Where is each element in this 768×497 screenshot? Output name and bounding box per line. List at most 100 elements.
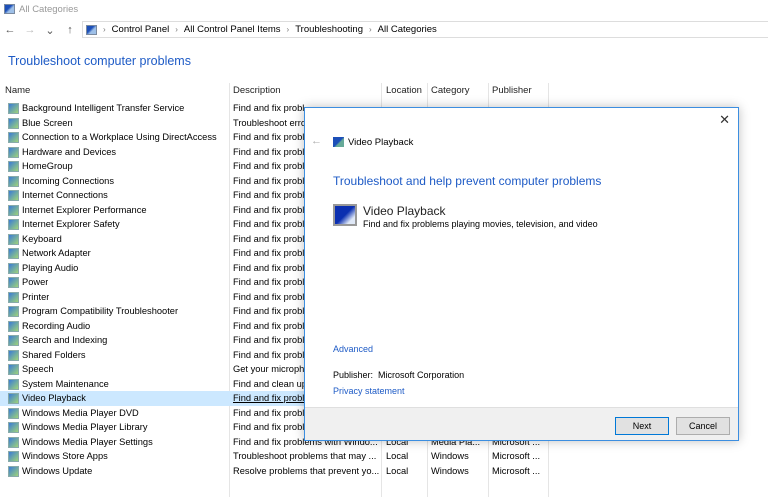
breadcrumb-all-categories[interactable]: All Categories (378, 24, 437, 35)
control-panel-icon (4, 4, 15, 14)
row-name: Incoming Connections (22, 175, 114, 186)
page-title: Troubleshoot computer problems (8, 54, 191, 68)
row-name: Windows Media Player DVD (22, 407, 139, 418)
chevron-right-icon: › (286, 25, 290, 34)
troubleshooter-icon (8, 146, 19, 158)
row-name: Keyboard (22, 233, 62, 244)
row-description: Resolve problems that prevent yo... (233, 465, 379, 476)
dialog-footer: Next Cancel (305, 407, 738, 440)
recent-locations-button[interactable]: ⌄ (40, 24, 60, 37)
troubleshooter-icon (8, 233, 19, 245)
advanced-link[interactable]: Advanced (333, 344, 373, 354)
troubleshooter-icon (8, 320, 19, 332)
close-icon[interactable]: ✕ (719, 112, 730, 128)
troubleshooter-icon (8, 190, 19, 201)
row-category: Windows (431, 465, 469, 476)
chevron-right-icon: › (103, 25, 106, 34)
troubleshooter-icon (8, 175, 19, 187)
troubleshooter-icon (8, 349, 19, 361)
troubleshooter-icon (8, 117, 19, 129)
publisher-label: Publisher: (333, 370, 374, 380)
publisher-info: Publisher: Microsoft Corporation (333, 370, 464, 380)
video-playback-icon (333, 204, 357, 226)
troubleshooter-icon (8, 422, 19, 433)
row-name: Windows Update (22, 465, 93, 476)
troubleshooter-dialog: ✕ ← Video Playback Troubleshoot and help… (304, 107, 739, 441)
table-row[interactable]: Windows Update Resolve problems that pre… (0, 464, 550, 479)
breadcrumb-control-panel[interactable]: Control Panel (112, 24, 170, 35)
row-name: Connection to a Workplace Using DirectAc… (22, 132, 217, 142)
row-name: Windows Media Player Settings (22, 436, 153, 447)
troubleshooter-icon (8, 262, 19, 274)
column-header-publisher[interactable]: Publisher (492, 85, 532, 99)
row-publisher: Microsoft ... (492, 451, 541, 461)
troubleshooter-icon (8, 291, 19, 303)
control-panel-icon (86, 24, 97, 35)
dialog-title: Video Playback (348, 137, 414, 148)
row-publisher: Microsoft ... (492, 465, 541, 476)
back-button[interactable]: ← (0, 24, 20, 36)
chevron-right-icon: › (368, 25, 372, 34)
column-header-description[interactable]: Description (233, 85, 281, 99)
row-name: Video Playback (22, 393, 86, 403)
troubleshooter-icon (8, 393, 19, 404)
row-name: Blue Screen (22, 117, 73, 128)
row-name: System Maintenance (22, 378, 109, 389)
column-header-name[interactable]: Name (5, 85, 30, 99)
row-name: Playing Audio (22, 262, 79, 273)
row-name: Background Intelligent Transfer Service (22, 103, 185, 113)
troubleshooter-icon (8, 335, 19, 346)
troubleshooter-icon (8, 407, 19, 419)
next-button[interactable]: Next (615, 417, 669, 435)
troubleshooter-icon (8, 378, 19, 390)
row-name: Power (22, 277, 49, 287)
privacy-statement-link[interactable]: Privacy statement (333, 386, 405, 396)
navigation-bar: ← → ⌄ ↑ › Control Panel › All Control Pa… (0, 20, 768, 40)
window-title: All Categories (19, 3, 79, 15)
row-name: Printer (22, 291, 50, 302)
troubleshooter-icon (8, 451, 19, 462)
troubleshooter-icon (8, 103, 19, 114)
troubleshooter-icon (8, 161, 19, 172)
address-bar[interactable]: › Control Panel › All Control Panel Item… (82, 21, 768, 38)
troubleshooter-icon (8, 465, 19, 477)
row-name: Recording Audio (22, 320, 91, 331)
troubleshooter-icon (8, 132, 19, 143)
row-name: Speech (22, 364, 54, 374)
breadcrumb-all-items[interactable]: All Control Panel Items (184, 24, 281, 35)
breadcrumb-troubleshooting[interactable]: Troubleshooting (295, 24, 363, 35)
row-name: Internet Explorer Safety (22, 219, 120, 229)
up-button[interactable]: ↑ (60, 24, 80, 36)
publisher-value: Microsoft Corporation (378, 370, 465, 380)
row-name: Internet Connections (22, 190, 108, 200)
row-name: Program Compatibility Troubleshooter (22, 306, 179, 316)
troubleshooter-icon (8, 277, 19, 288)
table-row[interactable]: Windows Store Apps Troubleshoot problems… (0, 449, 550, 464)
forward-button[interactable]: → (20, 24, 40, 36)
column-header-location[interactable]: Location (386, 85, 422, 99)
troubleshooter-icon (8, 248, 19, 259)
cancel-button[interactable]: Cancel (676, 417, 730, 435)
row-name: Network Adapter (22, 248, 91, 258)
row-description: Troubleshoot problems that may ... (233, 451, 377, 461)
troubleshooter-description: Find and fix problems playing movies, te… (363, 219, 598, 229)
back-arrow-icon[interactable]: ← (311, 135, 322, 147)
troubleshooter-title: Video Playback (363, 204, 446, 218)
row-name: Hardware and Devices (22, 146, 117, 157)
row-name: Search and Indexing (22, 335, 108, 345)
troubleshooter-icon (8, 219, 19, 230)
chevron-right-icon: › (175, 25, 178, 34)
row-name: Windows Store Apps (22, 451, 108, 461)
troubleshooter-icon (8, 436, 19, 448)
window-title-bar: All Categories (4, 2, 78, 16)
row-location: Local (386, 451, 409, 461)
row-name: HomeGroup (22, 161, 73, 171)
column-header-category[interactable]: Category (431, 85, 470, 99)
dialog-heading: Troubleshoot and help prevent computer p… (333, 174, 602, 188)
row-category: Windows (431, 451, 469, 461)
troubleshooter-icon (8, 204, 19, 216)
troubleshooter-icon (8, 306, 19, 317)
row-location: Local (386, 465, 409, 476)
troubleshooter-icon (8, 364, 19, 375)
row-name: Windows Media Player Library (22, 422, 148, 432)
